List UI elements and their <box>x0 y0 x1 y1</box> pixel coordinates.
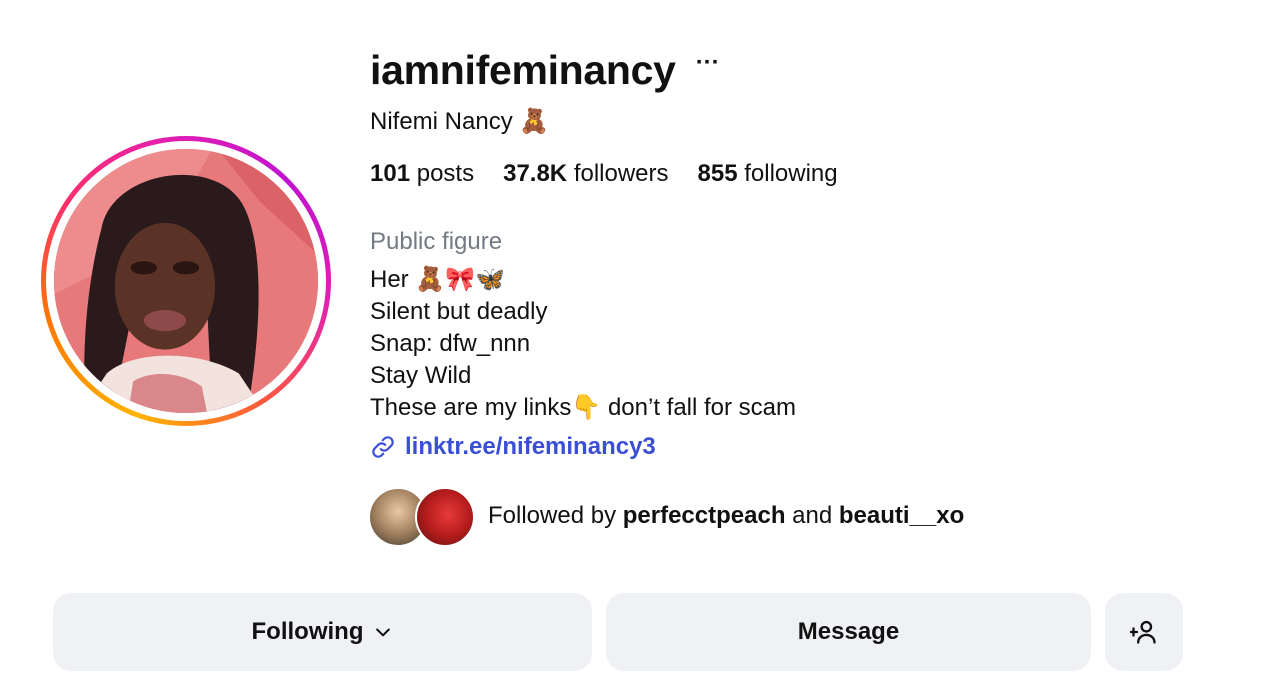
message-button[interactable]: Message <box>606 593 1091 671</box>
mutual-follower-1[interactable]: perfecctpeach <box>623 502 786 529</box>
bio-line: Her 🧸🎀🦋 <box>370 266 505 293</box>
username: iamnifeminancy <box>370 47 676 93</box>
followed-by[interactable]: Followed by perfecctpeach and beauti__xo <box>368 487 964 547</box>
posts-stat: 101 posts <box>370 158 474 190</box>
full-name: Nifemi Nancy 🧸 <box>370 108 550 135</box>
followed-by-text: Followed by perfecctpeach and beauti__xo <box>488 500 964 532</box>
avatar <box>54 149 318 413</box>
following-label: following <box>744 160 838 187</box>
posts-label: posts <box>416 160 475 187</box>
followed-by-conjunction: and <box>785 502 839 529</box>
following-button-label: Following <box>251 618 364 645</box>
following-count: 855 <box>697 160 738 187</box>
avatar <box>415 487 475 547</box>
bio-link[interactable]: linktr.ee/nifeminancy3 <box>370 431 656 463</box>
profile-avatar-story-ring[interactable] <box>41 136 331 426</box>
followers-label: followers <box>573 160 669 187</box>
posts-count: 101 <box>370 160 411 187</box>
following-button[interactable]: Following <box>53 593 592 671</box>
link-icon <box>372 436 394 458</box>
bio-line: Snap: dfw_nnn <box>370 330 531 357</box>
add-user-icon <box>1130 620 1156 644</box>
message-button-label: Message <box>797 618 900 645</box>
profile-category: Public figure <box>370 228 503 255</box>
more-horizontal-icon[interactable]: ··· <box>696 51 720 87</box>
add-user-button[interactable] <box>1105 593 1183 671</box>
profile-stats: 101 posts 37.8K followers 855 following <box>370 158 867 190</box>
bio-line: These are my links👇 don’t fall for scam <box>370 394 797 421</box>
bio: Her 🧸🎀🦋 Silent but deadly Snap: dfw_nnn … <box>370 264 796 424</box>
username-row: iamnifeminancy ··· <box>370 44 720 96</box>
mutual-followers-avatars <box>368 487 476 547</box>
avatar-border <box>46 141 326 421</box>
followed-by-prefix: Followed by <box>488 502 623 529</box>
followers-stat[interactable]: 37.8K followers <box>503 158 668 190</box>
following-stat[interactable]: 855 following <box>698 158 838 190</box>
avatar-photo-illustration <box>54 149 318 413</box>
followers-count: 37.8K <box>503 160 568 187</box>
mutual-follower-2[interactable]: beauti__xo <box>839 502 964 529</box>
bio-link-text: linktr.ee/nifeminancy3 <box>405 433 656 460</box>
chevron-down-icon <box>376 628 391 637</box>
bio-line: Stay Wild <box>370 362 472 389</box>
bio-line: Silent but deadly <box>370 298 548 325</box>
